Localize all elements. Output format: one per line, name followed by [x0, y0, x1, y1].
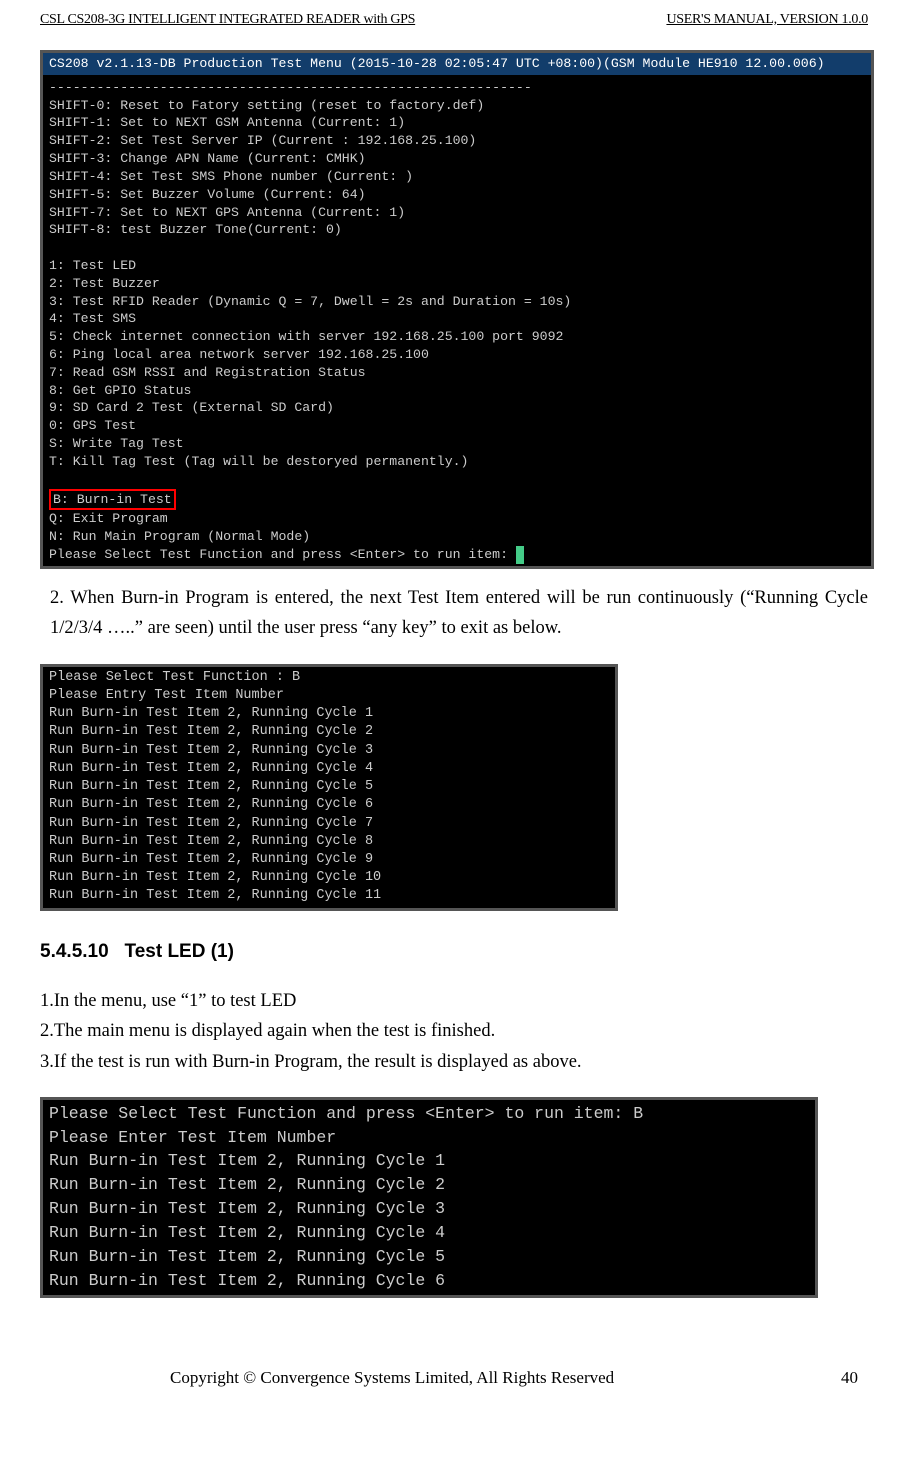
section-title: Test LED (1) — [125, 941, 234, 962]
running-header: CSL CS208-3G INTELLIGENT INTEGRATED READ… — [40, 12, 868, 30]
footer-copyright: Copyright © Convergence Systems Limited,… — [170, 1368, 614, 1388]
terminal-screenshot-2: Please Select Test Function : B Please E… — [40, 664, 618, 911]
terminal-body-bottom: Q: Exit Program N: Run Main Program (Nor… — [49, 511, 310, 544]
list-item-1: 1.In the menu, use “1” to test LED — [40, 987, 868, 1016]
list-item-2: 2.The main menu is displayed again when … — [40, 1017, 868, 1046]
list-item-3: 3.If the test is run with Burn-in Progra… — [40, 1048, 868, 1077]
section-heading: 5.4.5.10 Test LED (1) — [40, 941, 868, 963]
terminal-body-top: ----------------------------------------… — [49, 80, 571, 469]
terminal-screenshot-1: CS208 v2.1.13-DB Production Test Menu (2… — [40, 50, 874, 569]
header-right: USER'S MANUAL, VERSION 1.0.0 — [666, 12, 868, 28]
highlighted-menu-item: B: Burn-in Test — [49, 489, 176, 511]
document-page: CSL CS208-3G INTELLIGENT INTEGRATED READ… — [0, 0, 908, 1412]
page-footer: Copyright © Convergence Systems Limited,… — [40, 1368, 868, 1388]
paragraph-step-2: 2. When Burn-in Program is entered, the … — [50, 583, 868, 644]
terminal-titlebar: CS208 v2.1.13-DB Production Test Menu (2… — [43, 53, 871, 75]
section-number: 5.4.5.10 — [40, 941, 109, 962]
terminal-prompt: Please Select Test Function and press <E… — [49, 547, 516, 562]
footer-page-number: 40 — [841, 1368, 858, 1388]
header-left: CSL CS208-3G INTELLIGENT INTEGRATED READ… — [40, 12, 415, 28]
terminal-screenshot-3: Please Select Test Function and press <E… — [40, 1097, 818, 1298]
cursor-icon — [516, 546, 524, 564]
